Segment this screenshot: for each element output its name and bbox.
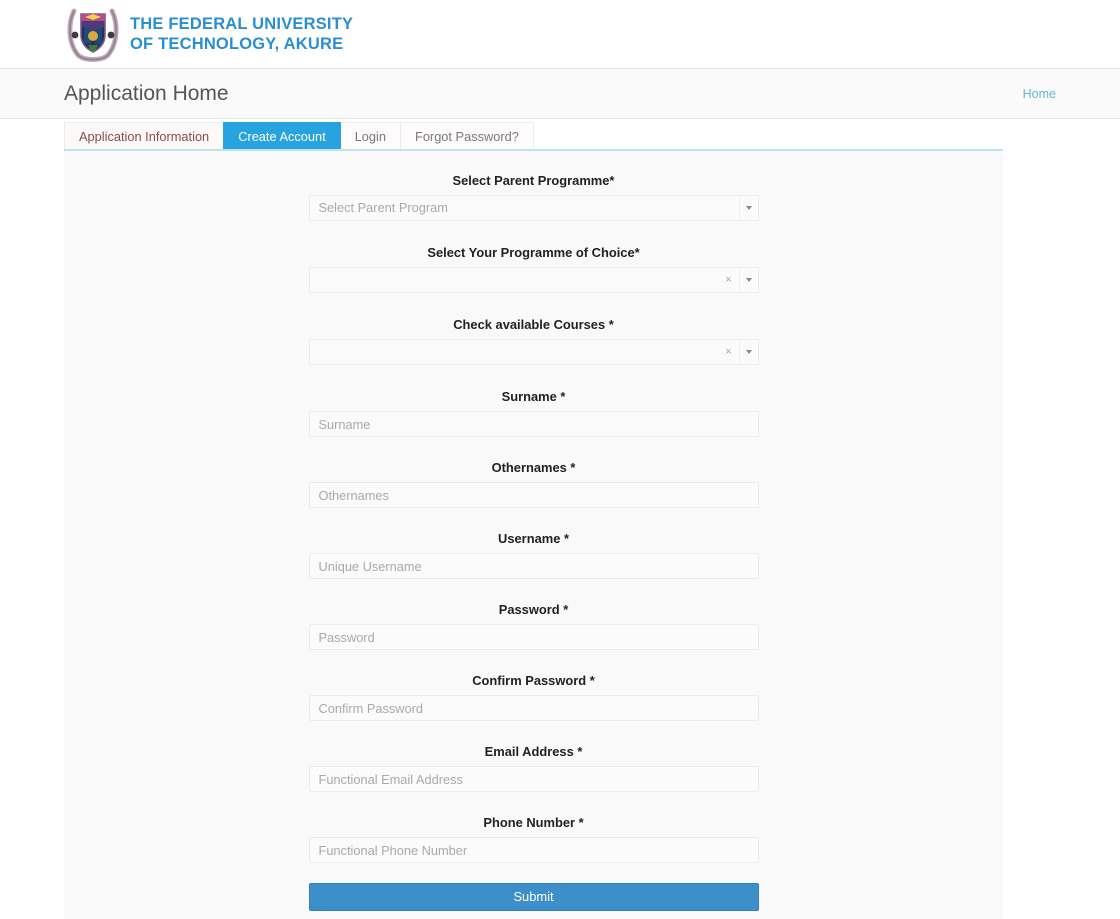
confirm-password-input[interactable]	[308, 695, 759, 721]
application-panel: Application Information Create Account L…	[64, 122, 1003, 919]
label-available-courses: Check available Courses *	[453, 317, 614, 332]
page-title: Application Home	[64, 82, 229, 105]
select-parent-programme-value: Select Parent Program	[318, 200, 448, 215]
university-crest-logo	[64, 5, 122, 63]
label-confirm-password: Confirm Password *	[472, 673, 595, 688]
label-programme-of-choice: Select Your Programme of Choice*	[427, 245, 640, 260]
field-phone-number: Phone Number *	[308, 815, 759, 863]
label-phone-number: Phone Number *	[483, 815, 584, 830]
field-password: Password *	[308, 602, 759, 650]
brand-header: THE FEDERAL UNIVERSITY OF TECHNOLOGY, AK…	[0, 0, 1120, 69]
field-available-courses: Check available Courses * ×	[308, 317, 759, 365]
tab-create-account[interactable]: Create Account	[223, 122, 341, 149]
tab-forgot-password[interactable]: Forgot Password?	[400, 122, 534, 149]
select-parent-programme[interactable]: Select Parent Program	[308, 195, 759, 221]
label-username: Username *	[498, 531, 569, 546]
brand-line-2: OF TECHNOLOGY, AKURE	[130, 35, 344, 53]
create-account-tab-panel: Select Parent Programme* Select Parent P…	[64, 151, 1003, 919]
chevron-down-icon[interactable]	[738, 268, 758, 292]
select-programme-of-choice[interactable]: ×	[308, 267, 759, 293]
label-othernames: Othernames *	[491, 460, 576, 475]
tab-bar: Application Information Create Account L…	[64, 122, 1003, 151]
tab-login[interactable]: Login	[339, 122, 401, 149]
username-input[interactable]	[308, 553, 759, 579]
submit-button[interactable]: Submit	[308, 883, 759, 911]
clear-icon[interactable]: ×	[719, 340, 739, 364]
label-parent-programme: Select Parent Programme*	[452, 173, 615, 188]
field-surname: Surname *	[308, 389, 759, 437]
content-wrapper: Application Information Create Account L…	[0, 122, 1120, 919]
password-input[interactable]	[308, 624, 759, 650]
email-address-input[interactable]	[308, 766, 759, 792]
brand-line-1: THE FEDERAL UNIVERSITY	[130, 15, 354, 33]
page-title-band: Application Home Home	[0, 69, 1120, 119]
chevron-down-icon[interactable]	[738, 340, 758, 364]
breadcrumb: Home	[1023, 87, 1056, 101]
surname-input[interactable]	[308, 411, 759, 437]
label-surname: Surname *	[501, 389, 566, 404]
submit-row: Submit	[308, 883, 759, 919]
field-confirm-password: Confirm Password *	[308, 673, 759, 721]
tab-application-information[interactable]: Application Information	[64, 122, 225, 149]
clear-icon[interactable]: ×	[719, 268, 739, 292]
chevron-down-icon[interactable]	[738, 196, 758, 220]
label-password: Password *	[498, 602, 569, 617]
select-available-courses[interactable]: ×	[308, 339, 759, 365]
create-account-form: Select Parent Programme* Select Parent P…	[308, 173, 759, 919]
phone-number-input[interactable]	[308, 837, 759, 863]
field-username: Username *	[308, 531, 759, 579]
field-parent-programme: Select Parent Programme* Select Parent P…	[308, 173, 759, 221]
field-email-address: Email Address *	[308, 744, 759, 792]
field-othernames: Othernames *	[308, 460, 759, 508]
brand-name: THE FEDERAL UNIVERSITY OF TECHNOLOGY, AK…	[130, 14, 353, 54]
othernames-input[interactable]	[308, 482, 759, 508]
field-programme-of-choice: Select Your Programme of Choice* ×	[308, 245, 759, 293]
label-email-address: Email Address *	[484, 744, 583, 759]
breadcrumb-home-link[interactable]: Home	[1023, 87, 1056, 101]
